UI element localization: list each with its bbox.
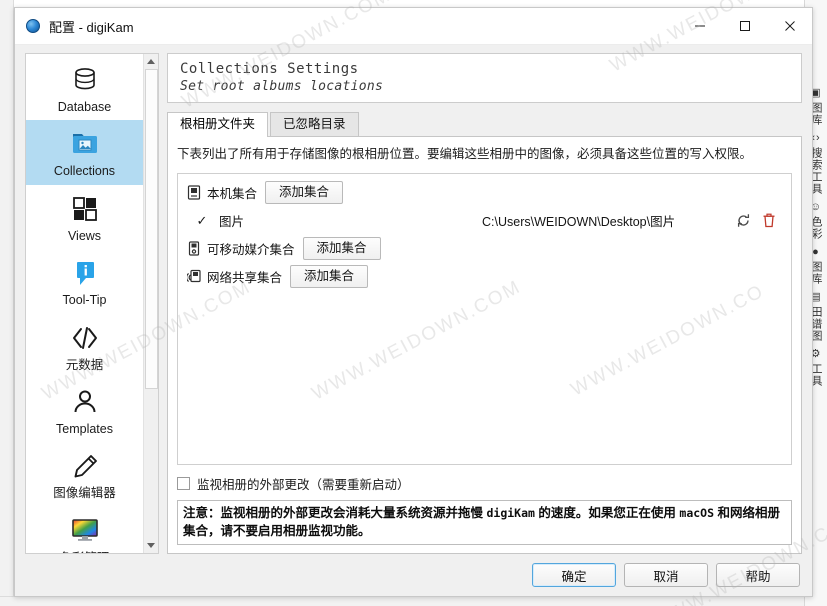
tab-root-album-folders[interactable]: 根相册文件夹	[167, 112, 269, 137]
sidebar-scrollbar-thumb[interactable]	[144, 69, 158, 389]
network-share-icon	[185, 269, 203, 284]
code-brackets-icon	[70, 321, 100, 355]
warning-text: 注意：监视相册的外部更改会消耗大量系统资源并拖慢 digiKam 的速度。如果您…	[183, 504, 786, 540]
settings-sidebar: Database Collections Views Tool-Tip 元数据 …	[25, 53, 159, 554]
warning-part-2: 的速度。如果您正在使用	[534, 505, 680, 520]
app-left-strip	[0, 0, 14, 606]
maximize-icon[interactable]	[722, 8, 767, 45]
collection-group-label-network: 网络共享集合	[207, 271, 283, 286]
configuration-dialog: 配置 - digiKam Database Collections Views …	[14, 7, 813, 597]
collection-group-removable: 可移动媒介集合 添加集合	[178, 235, 791, 263]
color-monitor-icon	[69, 514, 101, 548]
tab-panel-root-album-folders: 下表列出了所有用于存储图像的根相册位置。要编辑这些相册中的图像，必须具备这些位置…	[167, 136, 802, 554]
info-bubble-icon	[70, 256, 100, 290]
scroll-up-arrow[interactable]	[143, 54, 158, 69]
page-root: ▣ 图库 ‹› 搜索工具 ☺ 色彩 ● 图库 ▤ 田谱图 ⚙ 工具 WWW.WE…	[0, 0, 827, 606]
sidebar-label-tooltip: Tool-Tip	[62, 293, 107, 308]
globe-icon: ●	[812, 246, 820, 258]
scroll-down-arrow[interactable]	[143, 538, 158, 553]
sidebar-label-templates: Templates	[56, 421, 113, 436]
database-icon	[70, 63, 100, 97]
warning-part-1: 注意：监视相册的外部更改会消耗大量系统资源并拖慢	[183, 505, 487, 520]
sidebar-item-collections[interactable]: Collections	[26, 120, 143, 185]
collection-item-path: C:\Users\WEIDOWN\Desktop\图片	[482, 215, 676, 230]
sidebar-label-metadata: 元数据	[65, 357, 104, 372]
removable-media-icon	[185, 241, 203, 256]
sidebar-list: Database Collections Views Tool-Tip 元数据 …	[26, 54, 143, 553]
sidebar-item-database[interactable]: Database	[26, 56, 143, 120]
sidebar-item-color-management[interactable]: 色彩管理	[26, 507, 143, 553]
local-drive-icon	[185, 185, 203, 200]
warning-mono-digikam: digiKam	[486, 505, 535, 520]
help-button[interactable]: 帮助	[716, 563, 800, 587]
sidebar-item-views[interactable]: Views	[26, 185, 143, 249]
sidebar-label-image-editor: 图像编辑器	[53, 486, 116, 501]
person-icon	[70, 385, 100, 419]
sidebar-item-image-editor[interactable]: 图像编辑器	[26, 442, 143, 506]
sidebar-scrollbar[interactable]	[143, 54, 158, 553]
page-header: Collections Settings Set root albums loc…	[167, 53, 802, 103]
monitor-albums-label: 监视相册的外部更改（需要重新启动）	[197, 477, 410, 492]
sidebar-label-views: Views	[67, 228, 102, 243]
collection-check-icon[interactable]: ✓	[185, 213, 219, 229]
sidebar-item-templates[interactable]: Templates	[26, 378, 143, 442]
tab-ignored-directories[interactable]: 已忽略目录	[270, 112, 359, 136]
sidebar-scrollbar-track[interactable]	[143, 69, 158, 538]
close-icon[interactable]	[767, 8, 812, 45]
dialog-body: Database Collections Views Tool-Tip 元数据 …	[15, 45, 812, 554]
warning-box: 注意：监视相册的外部更改会消耗大量系统资源并拖慢 digiKam 的速度。如果您…	[177, 499, 792, 545]
collections-list[interactable]: 本机集合 添加集合 ✓ 图片 C:\Users\WEIDOWN\Desktop\…	[177, 172, 792, 465]
collection-item-pictures[interactable]: ✓ 图片 C:\Users\WEIDOWN\Desktop\图片	[178, 207, 791, 235]
settings-main-pane: Collections Settings Set root albums loc…	[167, 53, 802, 554]
title-bar: 配置 - digiKam	[15, 8, 812, 45]
ok-button[interactable]: 确定	[532, 563, 616, 587]
add-collection-button-removable[interactable]: 添加集合	[302, 237, 381, 261]
warning-mono-macos: macOS	[679, 505, 715, 520]
grid-squares-icon	[70, 192, 100, 226]
sidebar-label-collections: Collections	[53, 164, 116, 179]
folder-image-icon	[69, 127, 101, 161]
sidebar-item-metadata[interactable]: 元数据	[26, 314, 143, 378]
pencil-icon	[70, 449, 100, 483]
panel-description: 下表列出了所有用于存储图像的根相册位置。要编辑这些相册中的图像，必须具备这些位置…	[177, 147, 753, 161]
tab-strip: 根相册文件夹 已忽略目录	[167, 112, 802, 137]
cancel-button[interactable]: 取消	[624, 563, 708, 587]
window-controls	[677, 8, 812, 45]
collection-item-name: 图片	[219, 215, 245, 230]
monitor-albums-row[interactable]: 监视相册的外部更改（需要重新启动）	[177, 474, 792, 493]
add-collection-button-local[interactable]: 添加集合	[265, 181, 344, 205]
monitor-albums-checkbox[interactable]	[177, 476, 190, 490]
collection-group-label-removable: 可移动媒介集合	[207, 243, 295, 258]
refresh-icon[interactable]	[730, 213, 756, 228]
window-title: 配置 - digiKam	[49, 19, 134, 35]
page-subtitle: Set root albums locations	[180, 79, 384, 94]
minimize-icon[interactable]	[677, 8, 722, 45]
page-title: Collections Settings	[180, 61, 359, 77]
collection-group-network: 网络共享集合 添加集合	[178, 263, 791, 291]
collection-group-label-local: 本机集合	[207, 187, 258, 202]
sidebar-item-tooltip[interactable]: Tool-Tip	[26, 249, 143, 313]
trash-icon[interactable]	[756, 213, 782, 228]
add-collection-button-network[interactable]: 添加集合	[290, 265, 369, 289]
dialog-footer: 确定 取消 帮助	[15, 554, 812, 596]
collection-group-local: 本机集合 添加集合	[178, 179, 791, 207]
digikam-circle-icon	[26, 19, 40, 33]
sidebar-label-color-management: 色彩管理	[59, 551, 109, 553]
sidebar-label-database: Database	[57, 100, 112, 114]
app-bottom-strip	[0, 596, 827, 606]
